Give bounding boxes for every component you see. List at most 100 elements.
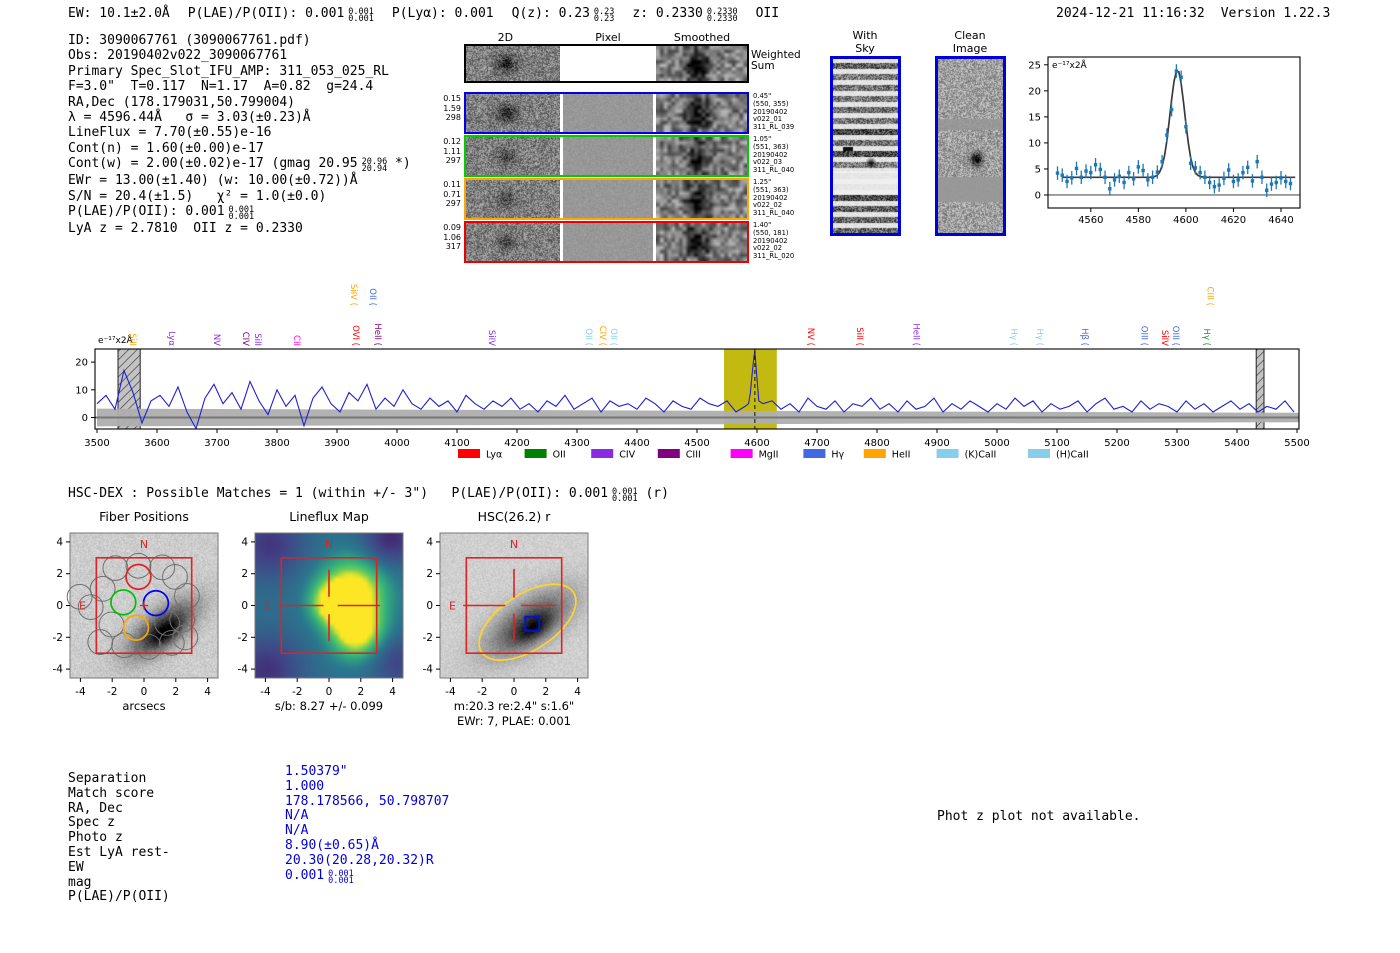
stacked-uncertainty: 20.96 20.94 <box>361 157 388 175</box>
selected-fiber-circle <box>142 589 170 617</box>
selected-fiber-circle <box>125 563 152 591</box>
spec-2d-cutout <box>466 46 560 81</box>
data-point <box>1084 169 1088 173</box>
clean-image-panel <box>935 56 1006 236</box>
elixer-report-page: EW: 10.1±2.0Å P(LAE)/P(OII): 0.001 0.001 0.… <box>0 0 1400 953</box>
y-tick-label: -4 <box>238 664 249 676</box>
line-fit-svg: 4560 4580 4600 4620 4640 0 5 10 15 20 25 e⁻¹⁷x2Å <box>1028 56 1301 226</box>
emission-line-label: SiII ( <box>854 327 864 346</box>
fiber-circle <box>174 583 200 609</box>
match-row-value: 1.50379" <box>285 764 449 780</box>
match-row-value: 1.000 <box>285 779 449 795</box>
cutout-fiber-info: 311_RL_039 <box>753 123 795 132</box>
info-text: Primary Spec_Slot_IFU_AMP: 311_053_025_R… <box>68 63 389 79</box>
y-tick-label: 20 <box>75 358 88 369</box>
data-point <box>1274 180 1278 185</box>
magnitude-caption: m:20.3 re:2.4" s:1.6" <box>454 699 574 713</box>
panel-title: Lineflux Map <box>289 509 369 524</box>
x-tick-label: 3700 <box>204 438 229 449</box>
data-point <box>1089 170 1093 175</box>
emission-line-label: Hγ ( <box>1201 329 1211 346</box>
text-tail: (r) <box>637 486 669 501</box>
x-tick-label: 3600 <box>144 438 169 449</box>
data-point <box>1212 184 1217 189</box>
match-row-label: Photo z <box>68 830 123 846</box>
cutout-right-labels: 1.05" (551, 363) 20190402 v022_03 311_RL_040 <box>753 135 795 175</box>
x-tick-label: 0 <box>141 686 148 698</box>
legend-swatch <box>591 449 614 458</box>
report-meta: 2024-12-21 11:16:32 Version 1.22.3 <box>1056 6 1330 21</box>
info-text: Cont(n) = 1.60(±0.00)e-17 <box>68 140 264 156</box>
panel-title: HSC(26.2) r <box>478 509 552 524</box>
header-segment-0: EW: 10.1±2.0Å <box>68 6 170 21</box>
data-point <box>1188 161 1193 165</box>
selected-fiber-circle <box>122 614 150 642</box>
y-tick-label: 2 <box>56 568 63 580</box>
weighted-sum-label: Weighted Sum <box>751 50 801 72</box>
data-point <box>1265 188 1269 192</box>
data-point <box>1146 178 1150 182</box>
emission-line-label: OII ( <box>583 328 593 346</box>
data-point <box>1245 165 1250 170</box>
data-point <box>1169 107 1174 112</box>
y-tick-label: 0 <box>82 413 88 424</box>
data-point <box>1203 175 1207 179</box>
match-value-text: 20.30(20.28,20.32)R <box>285 852 434 868</box>
emission-line-label: CIV <box>240 332 250 346</box>
header-segment-2: P(Lyα): 0.001 <box>391 6 494 21</box>
info-line-11: P(LAE)/P(OII): 0.001 0.001 0.001 <box>68 204 411 221</box>
match-row-label: P(LAE)/P(OII) <box>68 889 170 905</box>
panel-title: Fiber Positions <box>99 509 189 524</box>
data-point <box>1136 165 1141 169</box>
info-line-9: EWr = 13.00(±1.40) (w: 10.00(±0.72))Å <box>68 173 411 188</box>
data-point <box>1074 166 1079 171</box>
data-point <box>1226 168 1231 172</box>
emission-line-label: Hγ ( <box>1034 329 1044 346</box>
emission-line-label: NV ( <box>805 328 815 346</box>
version-label: Version 1.22.3 <box>1220 6 1331 21</box>
legend-label: Lyα <box>486 450 502 461</box>
data-point <box>1165 133 1169 137</box>
north-label: N <box>510 538 518 551</box>
data-point <box>1222 176 1226 181</box>
text-tail: *) <box>387 156 411 172</box>
header-segment-4: z: 0.2330 0.2330 0.2330 <box>632 6 738 24</box>
x-tick-label: 4580 <box>1126 215 1151 226</box>
x-tick-label: -4 <box>445 686 456 698</box>
x-tick-label: 4620 <box>1221 215 1246 226</box>
detection-info-block: ID: 3090067761 (3090067761.pdf) Obs: 2019… <box>68 33 411 236</box>
emission-line-label: CIV ( <box>597 326 607 346</box>
cutout-fiber-info: 311_RL_020 <box>753 252 795 261</box>
x-tick-label: 4700 <box>804 438 829 449</box>
emission-line-label: Hγ ( <box>1008 329 1018 346</box>
hsc-image-svg: NEHSC(26.2) r-4-4-2-2002244m:20.3 re:2.4… <box>423 509 589 728</box>
y-tick-label: 4 <box>241 536 248 548</box>
cutout-weight-value: 0.11 <box>443 180 461 189</box>
x-tick-label: 2 <box>357 686 364 698</box>
match-table-values: 1.50379" 1.000 178.178566, 50.798707 N/A N/A… <box>285 764 450 885</box>
match-value-text: 178.178566, 50.798707 <box>285 793 450 809</box>
match-value-text: N/A <box>285 808 309 824</box>
x-tick-label: 3500 <box>84 438 109 449</box>
emission-line-label: OII ( <box>367 288 377 306</box>
match-table-labels: Separation Match score RA, Dec Spec z Photo … <box>68 771 170 905</box>
catalog-match-box <box>524 615 541 632</box>
match-row-value: 178.178566, 50.798707 <box>285 793 450 810</box>
hsc-match-line: HSC-DEX : Possible Matches = 1 (within +… <box>68 486 669 503</box>
data-point <box>1060 173 1064 177</box>
header-segment-3: Q(z): 0.23 0.23 0.23 <box>511 6 615 24</box>
cutout-row-1 <box>464 92 749 134</box>
x-tick-label: 4200 <box>504 438 529 449</box>
x-axis-label: arcsecs <box>122 699 165 713</box>
data-point <box>1288 181 1293 186</box>
x-tick-label: 4900 <box>924 438 949 449</box>
data-point <box>1070 176 1074 180</box>
x-tick-label: 2 <box>542 686 549 698</box>
cutout-fiber-info: 311_RL_040 <box>753 166 795 175</box>
header-segment-1: P(LAE)/P(OII): 0.001 0.001 0.001 <box>187 6 374 24</box>
x-tick-label: 3800 <box>264 438 289 449</box>
x-tick-label: 4300 <box>564 438 589 449</box>
emission-line-label: Lyα <box>166 331 176 346</box>
info-line-12: LyA z = 2.7810 OII z = 0.2330 <box>68 221 411 236</box>
match-row-label: RA, Dec <box>68 800 123 816</box>
